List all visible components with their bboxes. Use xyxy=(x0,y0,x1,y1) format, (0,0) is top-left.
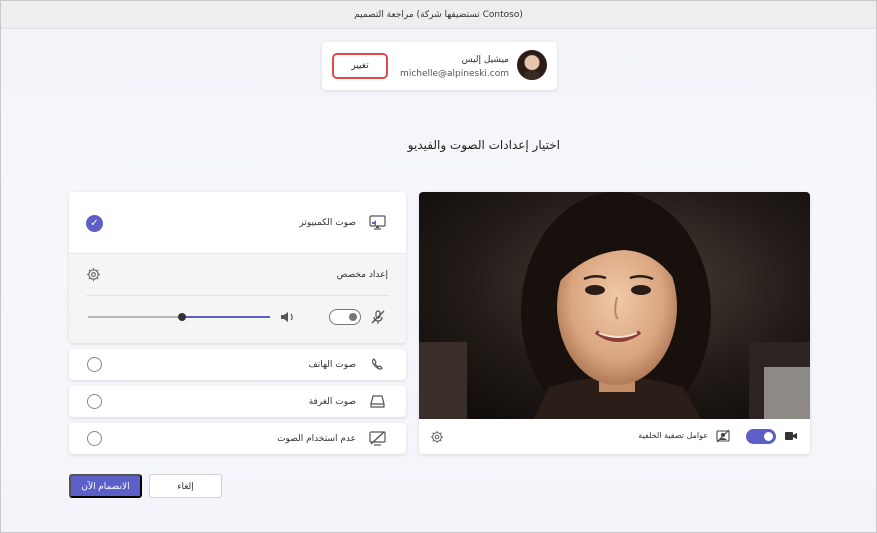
phone-audio-option[interactable]: صوت الهاتف xyxy=(69,349,406,380)
speaker-icon xyxy=(281,312,293,322)
mic-toggle[interactable] xyxy=(329,309,361,325)
speaker-volume-thumb[interactable] xyxy=(178,313,186,321)
no-audio-icon xyxy=(369,431,386,446)
no-audio-option[interactable]: عدم استخدام الصوت xyxy=(69,423,406,454)
avatar xyxy=(517,50,547,80)
page-title: اختيار إعدادات الصوت والفيديو xyxy=(407,138,560,152)
room-audio-label: صوت الغرفة xyxy=(308,397,356,407)
settings-icon[interactable] xyxy=(86,267,101,282)
mic-off-icon xyxy=(371,310,385,324)
join-now-button[interactable]: الانضمام الآن xyxy=(69,474,142,498)
background-filters-label[interactable]: عوامل تصفية الخلفية xyxy=(638,431,708,440)
settings-divider xyxy=(86,295,389,296)
account-email: michelle@alpineski.com xyxy=(400,69,509,79)
computer-audio-label: صوت الكمبيوتر xyxy=(299,218,356,228)
no-audio-radio[interactable] xyxy=(87,431,102,446)
phone-audio-radio[interactable] xyxy=(87,357,102,372)
video-preview-card: عوامل تصفية الخلفية xyxy=(419,192,810,454)
video-preview xyxy=(419,192,810,419)
audio-options: ✓ صوت الكمبيوتر إعداد مخصص صوت الهاتف صو… xyxy=(69,192,406,454)
no-audio-label: عدم استخدام الصوت xyxy=(277,434,356,444)
computer-audio-settings: إعداد مخصص xyxy=(69,254,406,343)
window-title: مراجعة التصميم (تستضيفها شركة Contoso) xyxy=(354,9,523,20)
camera-preview-image xyxy=(419,192,810,419)
phone-audio-label: صوت الهاتف xyxy=(308,360,356,370)
account-name: ميشيل إليس xyxy=(461,55,509,65)
camera-icon xyxy=(785,432,797,440)
computer-audio-icon xyxy=(369,215,386,230)
account-card: ميشيل إليس michelle@alpineski.com تغيير xyxy=(322,42,557,90)
room-audio-icon xyxy=(370,395,385,408)
video-settings-icon[interactable] xyxy=(430,430,444,444)
room-audio-radio[interactable] xyxy=(87,394,102,409)
background-filters-icon[interactable] xyxy=(716,429,730,443)
phone-icon xyxy=(372,358,383,370)
video-toolbar: عوامل تصفية الخلفية xyxy=(419,419,810,454)
custom-setup-label[interactable]: إعداد مخصص xyxy=(337,270,388,280)
computer-audio-header[interactable]: ✓ صوت الكمبيوتر xyxy=(69,192,406,254)
room-audio-option[interactable]: صوت الغرفة xyxy=(69,386,406,417)
camera-toggle[interactable] xyxy=(746,429,776,444)
cancel-button[interactable]: إلغاء xyxy=(149,474,222,498)
window-frame: مراجعة التصميم (تستضيفها شركة Contoso) م… xyxy=(0,0,877,533)
speaker-volume-fill xyxy=(182,316,270,318)
change-account-button[interactable]: تغيير xyxy=(332,53,388,79)
selected-check-icon: ✓ xyxy=(86,215,103,232)
computer-audio-panel[interactable]: ✓ صوت الكمبيوتر إعداد مخصص xyxy=(69,192,406,343)
window-titlebar: مراجعة التصميم (تستضيفها شركة Contoso) xyxy=(1,1,876,29)
